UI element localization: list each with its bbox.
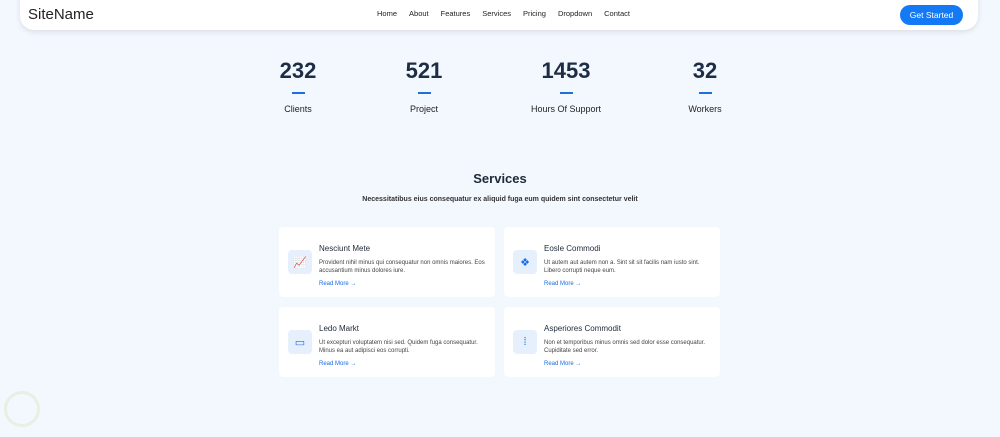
nav-contact[interactable]: Contact (604, 9, 630, 18)
stat-value: 32 (692, 58, 718, 83)
stat-project: 521 Project (364, 58, 484, 114)
nav-features[interactable]: Features (441, 9, 471, 18)
card-description: Provident nihil minus qui consequatur no… (319, 260, 485, 274)
service-card: ⁞ Asperiores Commodit Non et temporibus … (504, 307, 720, 377)
nav-home[interactable]: Home (377, 9, 397, 18)
nav-dropdown[interactable]: Dropdown (558, 9, 592, 18)
nav-menu: Home About Features Services Pricing Dro… (377, 9, 630, 18)
nav-services[interactable]: Services (482, 9, 511, 18)
card-description: Non et temporibus minus omnis sed dolor … (544, 340, 706, 354)
stat-label: Workers (688, 104, 722, 114)
stat-workers: 32 Workers (645, 58, 765, 114)
get-started-button[interactable]: Get Started (900, 5, 963, 25)
divider (291, 92, 305, 94)
stat-hours: 1453 Hours Of Support (506, 58, 626, 114)
site-logo[interactable]: SiteName (28, 6, 94, 23)
card-description: Ut autem aut autem non a. Sint sit sit f… (544, 260, 700, 274)
read-more-link[interactable]: Read More → (544, 281, 581, 287)
stack-icon: ❖ (513, 250, 537, 274)
navbar: SiteName Home About Features Services Pr… (20, 0, 978, 30)
nav-pricing[interactable]: Pricing (523, 9, 546, 18)
read-more-link[interactable]: Read More → (544, 361, 581, 367)
card-title: Eosle Commodi (544, 244, 601, 253)
bar-chart-icon: ⁞ (513, 330, 537, 354)
stat-value: 232 (279, 58, 317, 83)
services-subtitle: Necessitatibus eius consequatur ex aliqu… (362, 196, 638, 203)
stat-label: Project (409, 104, 438, 114)
divider (559, 92, 573, 94)
services-title: Services (473, 171, 527, 186)
stat-value: 521 (405, 58, 443, 83)
calendar-icon: ▭ (288, 330, 312, 354)
stat-label: Clients (284, 104, 312, 114)
stat-value: 1453 (541, 58, 591, 83)
watermark-logo (4, 391, 40, 427)
read-more-link[interactable]: Read More → (319, 281, 356, 287)
card-description: Ut excepturi voluptatem nisi sed. Quidem… (319, 340, 478, 354)
read-more-link[interactable]: Read More → (319, 361, 356, 367)
card-title: Nesciunt Mete (319, 244, 371, 253)
divider (417, 92, 431, 94)
chart-line-icon: 📈 (288, 250, 312, 274)
service-card: ▭ Ledo Markt Ut excepturi voluptatem nis… (279, 307, 495, 377)
service-card: 📈 Nesciunt Mete Provident nihil minus qu… (279, 227, 495, 297)
service-card: ❖ Eosle Commodi Ut autem aut autem non a… (504, 227, 720, 297)
stat-clients: 232 Clients (238, 58, 358, 114)
divider (698, 92, 712, 94)
card-title: Ledo Markt (319, 324, 360, 333)
stat-label: Hours Of Support (530, 104, 602, 114)
nav-about[interactable]: About (409, 9, 429, 18)
card-title: Asperiores Commodit (544, 324, 621, 333)
